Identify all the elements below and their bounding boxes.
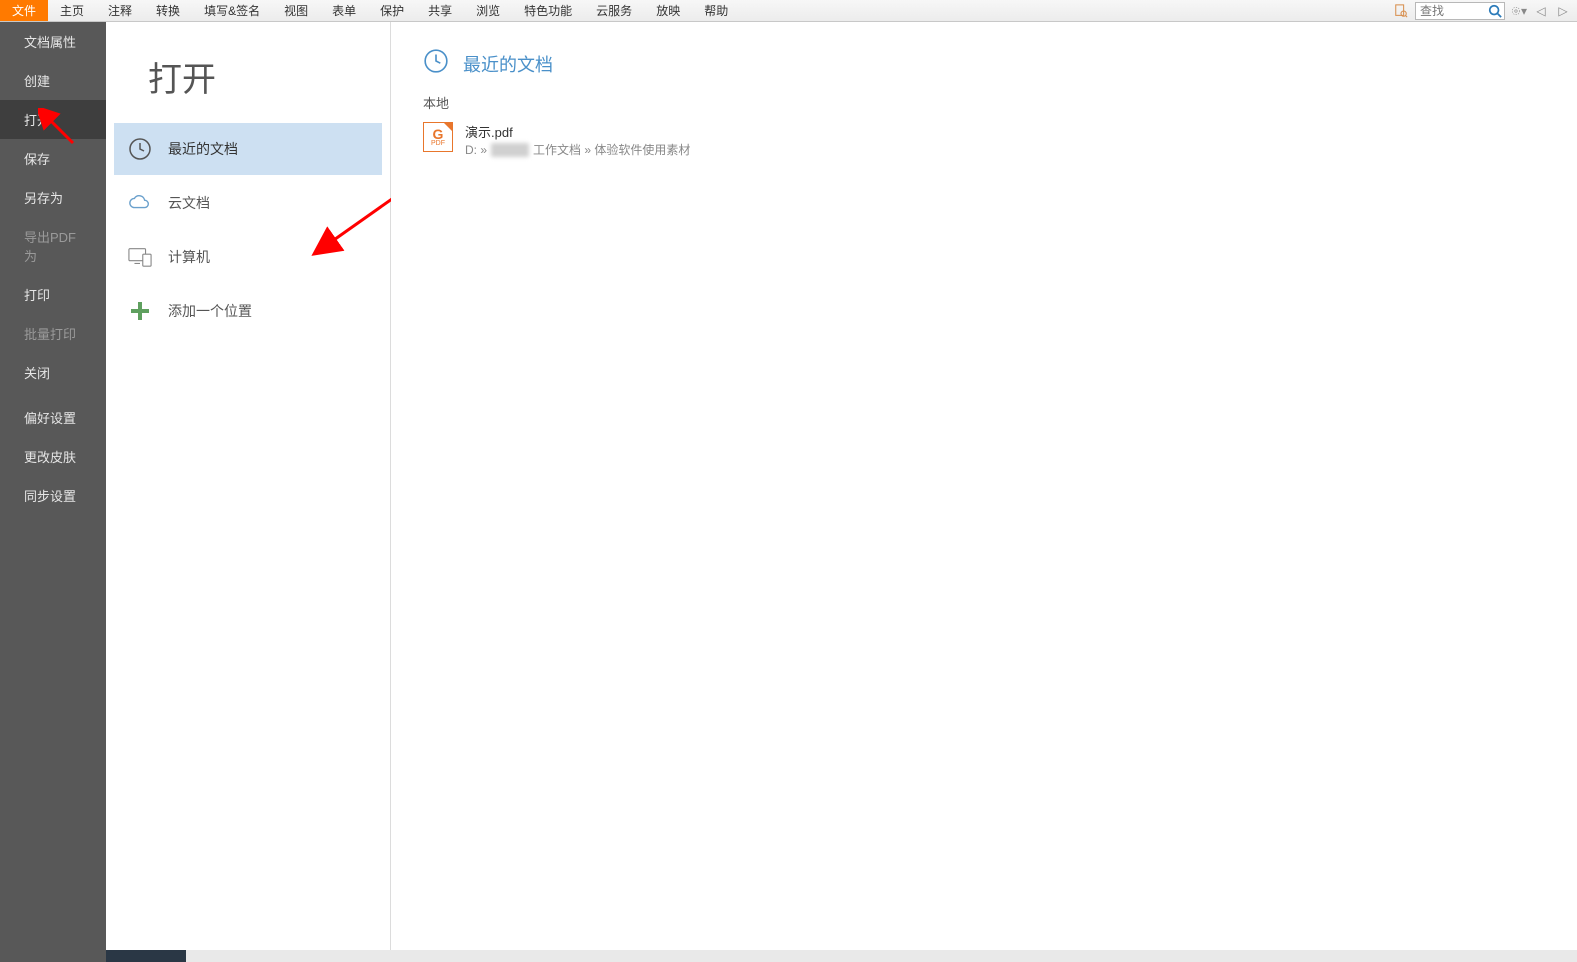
menu-help[interactable]: 帮助 — [692, 0, 740, 21]
sidebar-item-exportpdf[interactable]: 导出PDF为 — [0, 217, 106, 275]
location-add[interactable]: 添加一个位置 — [114, 285, 382, 337]
menubar-spacer — [740, 0, 1393, 21]
menu-share[interactable]: 共享 — [416, 0, 464, 21]
location-computer[interactable]: 计算机 — [114, 231, 382, 283]
pdf-file-icon: G PDF — [423, 122, 453, 152]
open-locations-panel: 打开 最近的文档 云文档 计算机 — [106, 22, 391, 962]
computer-icon — [128, 245, 152, 269]
body: 文档属性 创建 打开 保存 另存为 导出PDF为 打印 批量打印 关闭 偏好设置… — [0, 22, 1577, 962]
page-title: 打开 — [106, 52, 390, 121]
location-recent[interactable]: 最近的文档 — [114, 123, 382, 175]
status-strip — [106, 950, 1577, 962]
sidebar-item-save[interactable]: 保存 — [0, 139, 106, 178]
menu-browse[interactable]: 浏览 — [464, 0, 512, 21]
menu-cloud[interactable]: 云服务 — [584, 0, 644, 21]
menu-view[interactable]: 视图 — [272, 0, 320, 21]
file-path: D: » ████ 工作文档 » 体验软件使用素材 — [465, 141, 690, 158]
cloud-icon — [128, 191, 152, 215]
menu-file[interactable]: 文件 — [0, 0, 48, 21]
sidebar-item-create[interactable]: 创建 — [0, 61, 106, 100]
menu-form[interactable]: 表单 — [320, 0, 368, 21]
sidebar-item-print[interactable]: 打印 — [0, 275, 106, 314]
plus-icon — [128, 299, 152, 323]
sidebar-item-open[interactable]: 打开 — [0, 100, 106, 139]
sidebar-item-properties[interactable]: 文档属性 — [0, 22, 106, 61]
recent-title: 最近的文档 — [463, 51, 553, 77]
file-meta: 演示.pdf D: » ████ 工作文档 » 体验软件使用素材 — [465, 122, 690, 158]
menu-protect[interactable]: 保护 — [368, 0, 416, 21]
file-name: 演示.pdf — [465, 122, 690, 141]
clock-icon — [423, 48, 449, 79]
sidebar-item-saveas[interactable]: 另存为 — [0, 178, 106, 217]
locations-list: 最近的文档 云文档 计算机 添加一个位置 — [106, 123, 390, 337]
sidebar-item-batchprint[interactable]: 批量打印 — [0, 314, 106, 353]
gear-icon[interactable]: ▾ — [1511, 3, 1527, 19]
location-label: 云文档 — [168, 193, 210, 213]
search-doc-icon[interactable] — [1393, 3, 1409, 19]
clock-icon — [128, 137, 152, 161]
location-label: 添加一个位置 — [168, 301, 252, 321]
menu-convert[interactable]: 转换 — [144, 0, 192, 21]
section-local-label: 本地 — [423, 93, 1577, 112]
nav-prev-icon[interactable]: ◁ — [1533, 3, 1549, 19]
location-label: 计算机 — [168, 247, 210, 267]
search-input[interactable] — [1416, 3, 1486, 19]
sidebar-item-close[interactable]: 关闭 — [0, 353, 106, 392]
menubar: 文件 主页 注释 转换 填写&签名 视图 表单 保护 共享 浏览 特色功能 云服… — [0, 0, 1577, 22]
recent-header: 最近的文档 — [423, 48, 1577, 79]
search-box[interactable] — [1415, 2, 1505, 20]
location-label: 最近的文档 — [168, 139, 238, 159]
menu-slideshow[interactable]: 放映 — [644, 0, 692, 21]
sidebar-item-sync[interactable]: 同步设置 — [0, 476, 106, 515]
menu-fillsign[interactable]: 填写&签名 — [192, 0, 272, 21]
menu-home[interactable]: 主页 — [48, 0, 96, 21]
search-icon[interactable] — [1486, 3, 1504, 19]
menubar-right: ▾ ◁ ▷ — [1393, 0, 1577, 21]
sidebar-item-skin[interactable]: 更改皮肤 — [0, 437, 106, 476]
recent-file-row[interactable]: G PDF 演示.pdf D: » ████ 工作文档 » 体验软件使用素材 — [423, 118, 1577, 162]
sidebar-item-preferences[interactable]: 偏好设置 — [0, 398, 106, 437]
menu-annotate[interactable]: 注释 — [96, 0, 144, 21]
file-sidebar: 文档属性 创建 打开 保存 另存为 导出PDF为 打印 批量打印 关闭 偏好设置… — [0, 22, 106, 962]
menu-feature[interactable]: 特色功能 — [512, 0, 584, 21]
recent-files-panel: 最近的文档 本地 G PDF 演示.pdf D: » ████ 工作文档 » 体… — [391, 22, 1577, 962]
nav-next-icon[interactable]: ▷ — [1555, 3, 1571, 19]
location-cloud[interactable]: 云文档 — [114, 177, 382, 229]
